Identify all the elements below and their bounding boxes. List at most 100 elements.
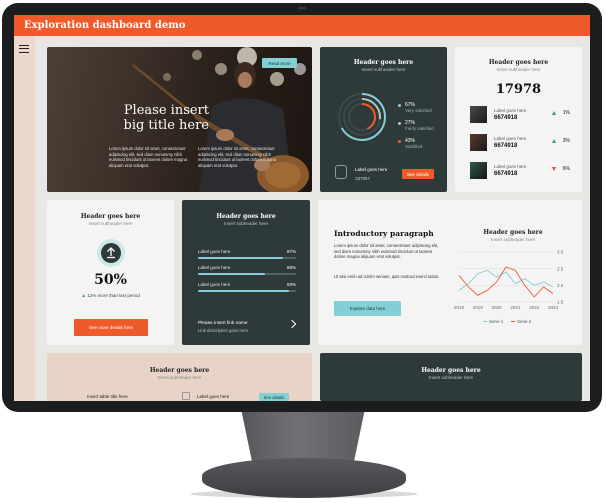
legend-dot bbox=[398, 140, 401, 143]
kpi-value: 50% bbox=[94, 272, 127, 288]
progress-value: 93% bbox=[286, 282, 296, 287]
intro-title: Introductory paragraph bbox=[334, 229, 434, 238]
big-number: 17978 bbox=[495, 82, 542, 97]
x-tick-label: 2021 bbox=[510, 305, 521, 310]
donut-card: Header goes here Insert subheader here 6… bbox=[320, 47, 447, 192]
monitor-bezel: Exploration dashboard demo Read more Ple… bbox=[2, 3, 602, 412]
series-line bbox=[458, 269, 554, 291]
legend-dot bbox=[398, 122, 401, 125]
trend-up-icon bbox=[552, 139, 556, 143]
legend-label: Very satisfied bbox=[405, 108, 432, 113]
x-tick-label: 2020 bbox=[492, 305, 503, 310]
stat-pct: 3% bbox=[562, 138, 570, 144]
legend-label: Fairly satisfied bbox=[405, 126, 434, 131]
table-card: Header goes here Insert subheader here I… bbox=[47, 353, 312, 401]
y-tick-label: 2.5 bbox=[557, 266, 564, 271]
stat-pct: 1% bbox=[562, 110, 570, 116]
table-label: Label goes here bbox=[197, 394, 230, 399]
see-more-details-button[interactable]: See more details here bbox=[74, 319, 148, 336]
stat-label: Label goes here bbox=[494, 136, 527, 141]
link-name[interactable]: Please insert link name bbox=[198, 321, 248, 326]
chart-title: Header goes here bbox=[483, 229, 543, 236]
card-header: Header goes here bbox=[80, 213, 141, 220]
progress-fill bbox=[198, 290, 290, 292]
card-subheader: Insert subheader here bbox=[496, 67, 541, 72]
progress-value: 68% bbox=[286, 265, 296, 270]
thumbnail bbox=[470, 134, 487, 151]
progress-row: Label goes here 68% bbox=[198, 265, 296, 275]
intro-paragraph-1: Lorem ipsum dolor sit amet, consectetuer… bbox=[334, 243, 439, 260]
progress-track bbox=[198, 257, 296, 259]
hero-title-line-2: big title here bbox=[123, 118, 210, 133]
monitor-stand-base bbox=[202, 458, 406, 498]
legend-label: Serie 1 bbox=[489, 319, 504, 324]
stat-value: 6674918 bbox=[494, 143, 518, 149]
chart-subtitle: Insert subheader here bbox=[490, 237, 536, 242]
see-details-button[interactable]: See details bbox=[402, 169, 434, 179]
x-tick-label: 2018 bbox=[454, 305, 465, 310]
donut-value: 187957 bbox=[355, 176, 371, 181]
thumbnail bbox=[470, 162, 487, 179]
chevron-right-icon[interactable] bbox=[287, 319, 297, 329]
list-item[interactable]: Label goes here 6674918 3% bbox=[470, 134, 570, 152]
card-subheader: Insert subheader here bbox=[157, 375, 202, 380]
link-description: Link description goes here bbox=[198, 328, 249, 333]
trend-up-icon: ▲ bbox=[81, 293, 87, 299]
progress-track bbox=[198, 290, 296, 292]
explore-data-button[interactable]: Explore data here bbox=[334, 301, 401, 316]
hero-title-line-1: Please insert bbox=[123, 103, 209, 118]
progress-fill bbox=[198, 273, 265, 275]
progress-value: 87% bbox=[286, 249, 296, 254]
line-chart: 1.5 2.0 2.5 3.0 2018 2019 2020 2021 2022 2023 Seri… bbox=[454, 250, 564, 324]
legend-label: Satisfied bbox=[405, 144, 423, 149]
y-tick-label: 2.0 bbox=[557, 283, 564, 288]
x-tick-label: 2019 bbox=[473, 305, 484, 310]
hero-card: Read more Please insert big title here L… bbox=[47, 47, 312, 192]
list-item[interactable]: Label goes here 6674918 6% bbox=[470, 162, 570, 180]
hero-text-column-2: Lorem ipsum dolor sit amet, consectetuer… bbox=[198, 146, 276, 168]
legend-item: 67% Very satisfied bbox=[398, 102, 432, 113]
stat-label: Label goes here bbox=[494, 108, 527, 113]
hamburger-icon[interactable] bbox=[19, 45, 29, 53]
sidebar bbox=[14, 36, 35, 401]
progress-row: Label goes here 87% bbox=[198, 249, 296, 259]
table-icon bbox=[182, 392, 190, 400]
app-title: Exploration dashboard demo bbox=[24, 20, 186, 31]
webcam bbox=[298, 7, 306, 9]
legend-dot bbox=[398, 104, 401, 107]
see-details-button[interactable]: See details bbox=[259, 393, 289, 401]
stat-label: Label goes here bbox=[494, 164, 527, 169]
table-title: Insert table title here bbox=[87, 394, 128, 399]
stat-value: 6674918 bbox=[494, 171, 518, 177]
chart-header: Header goes here Insert subheader here bbox=[458, 229, 568, 242]
kpi-card: Header goes here Insert subheader here 5… bbox=[47, 200, 174, 345]
progress-label: Label goes here bbox=[198, 249, 231, 254]
card-header: Header goes here bbox=[488, 59, 549, 66]
card-header: Header goes here bbox=[149, 367, 210, 374]
trend-down-icon bbox=[552, 167, 556, 171]
y-tick-label: 3.0 bbox=[557, 250, 564, 255]
progress-label: Label goes here bbox=[198, 265, 231, 270]
progress-track bbox=[198, 273, 296, 275]
kpi-note: ▲ 12% more than last period bbox=[47, 293, 174, 299]
progress-card: Header goes here Insert subheader here L… bbox=[182, 200, 310, 345]
card-header: Header goes here bbox=[216, 213, 276, 220]
list-item[interactable]: Label goes here 6674918 1% bbox=[470, 106, 570, 124]
read-more-button[interactable]: Read more bbox=[262, 58, 297, 68]
stat-pct: 6% bbox=[562, 166, 570, 172]
legend-item: 27% Fairly satisfied bbox=[398, 120, 434, 131]
top-bar: Exploration dashboard demo bbox=[14, 15, 590, 36]
hero-text-columns: Lorem ipsum dolor sit amet, consectetuer… bbox=[109, 146, 279, 168]
intro-paragraph-2: Ut wisi enim ad minim veniam, quis nostr… bbox=[334, 274, 440, 279]
thumbnail bbox=[470, 106, 487, 123]
intro-card: Introductory paragraph Lorem ipsum dolor… bbox=[318, 200, 582, 345]
screen: Exploration dashboard demo Read more Ple… bbox=[14, 15, 590, 401]
y-tick-label: 1.5 bbox=[557, 300, 564, 305]
progress-label: Label goes here bbox=[198, 282, 231, 287]
card-subheader: Insert subheader here bbox=[88, 221, 133, 226]
stats-card: Header goes here Insert subheader here 1… bbox=[455, 47, 582, 192]
upload-icon bbox=[97, 239, 125, 267]
x-tick-label: 2023 bbox=[548, 305, 559, 310]
card-subheader: Insert subheader here bbox=[428, 375, 474, 380]
kpi-note-text: 12% more than last period bbox=[87, 293, 140, 298]
